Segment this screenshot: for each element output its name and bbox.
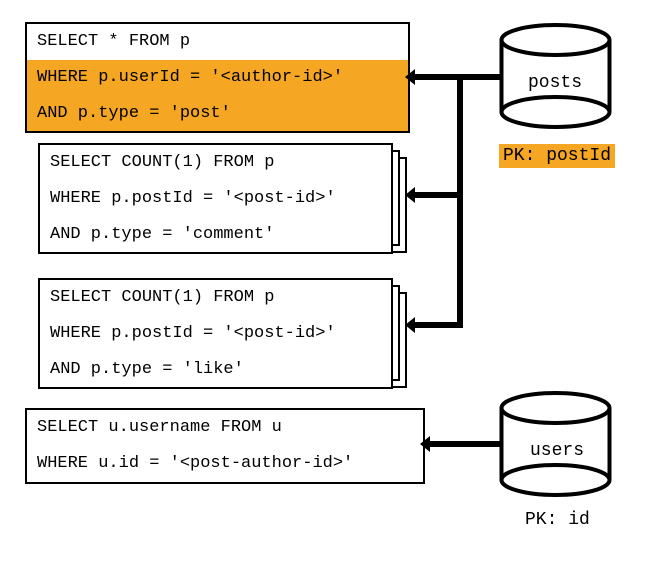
- partition-key-label: PK: id: [525, 510, 590, 530]
- sql-line-highlighted: AND p.type = 'post': [27, 96, 408, 132]
- sql-line: AND p.type = 'like': [40, 352, 391, 388]
- query-box-posts: SELECT * FROM p WHERE p.userId = '<autho…: [25, 22, 410, 133]
- database-label: users: [530, 441, 584, 461]
- partition-key-label: PK: postId: [499, 144, 615, 168]
- arrow-icon: [420, 432, 505, 456]
- query-box-comments: SELECT COUNT(1) FROM p WHERE p.postId = …: [38, 143, 393, 254]
- sql-line: WHERE u.id = '<post-author-id>': [27, 446, 423, 482]
- sql-line: SELECT COUNT(1) FROM p: [40, 280, 391, 316]
- arrow-icon: [405, 65, 505, 385]
- query-box-users: SELECT u.username FROM u WHERE u.id = '<…: [25, 408, 425, 484]
- sql-line: AND p.type = 'comment': [40, 217, 391, 253]
- query-box-likes: SELECT COUNT(1) FROM p WHERE p.postId = …: [38, 278, 393, 389]
- sql-line: SELECT COUNT(1) FROM p: [40, 145, 391, 181]
- sql-line: WHERE p.postId = '<post-id>': [40, 181, 391, 217]
- sql-line-highlighted: WHERE p.userId = '<author-id>': [27, 60, 408, 96]
- sql-line: SELECT u.username FROM u: [27, 410, 423, 446]
- sql-line: SELECT * FROM p: [27, 24, 408, 60]
- partition-key-highlighted: PK: postId: [499, 144, 615, 168]
- database-label: posts: [528, 73, 582, 93]
- sql-line: WHERE p.postId = '<post-id>': [40, 316, 391, 352]
